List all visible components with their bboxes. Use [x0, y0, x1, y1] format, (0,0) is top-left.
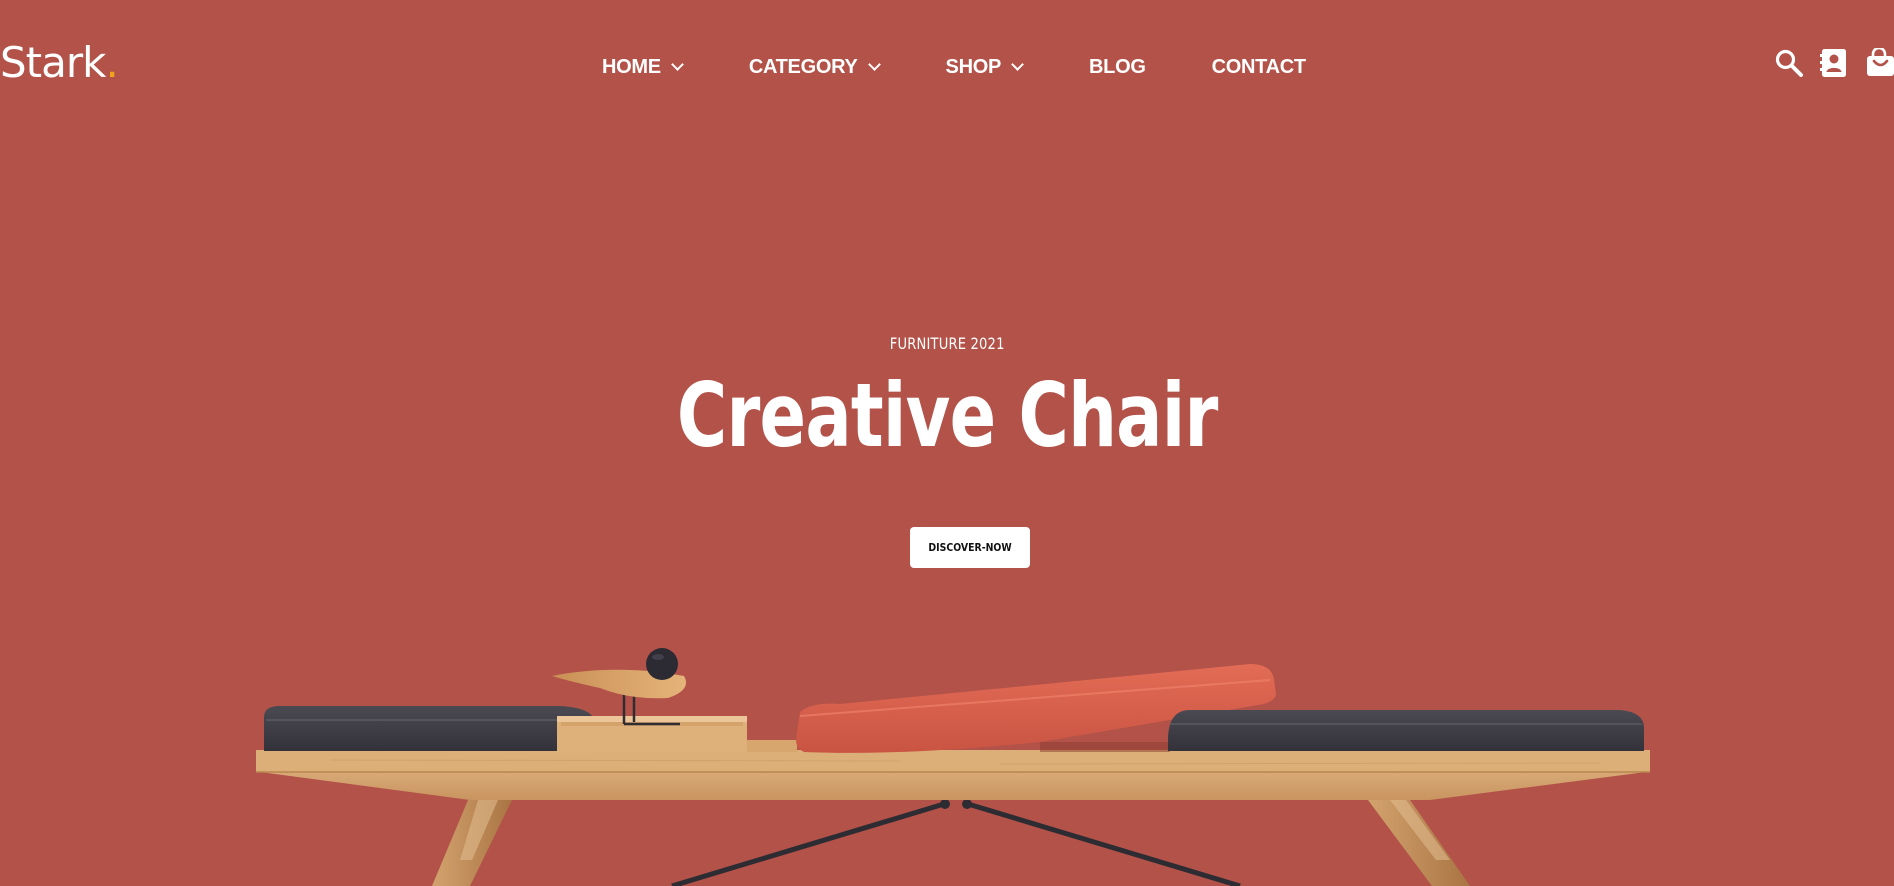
page: Stark. HOME CATEGORY SHOP BLOG CONTACT F…	[0, 0, 1894, 886]
discover-now-button[interactable]: DISCOVER-NOW	[910, 527, 1030, 568]
hero-eyebrow: FURNITURE 2021	[889, 334, 1005, 353]
hero-title: Creative Chair	[676, 364, 1218, 467]
discover-now-label: DISCOVER-NOW	[928, 541, 1012, 554]
